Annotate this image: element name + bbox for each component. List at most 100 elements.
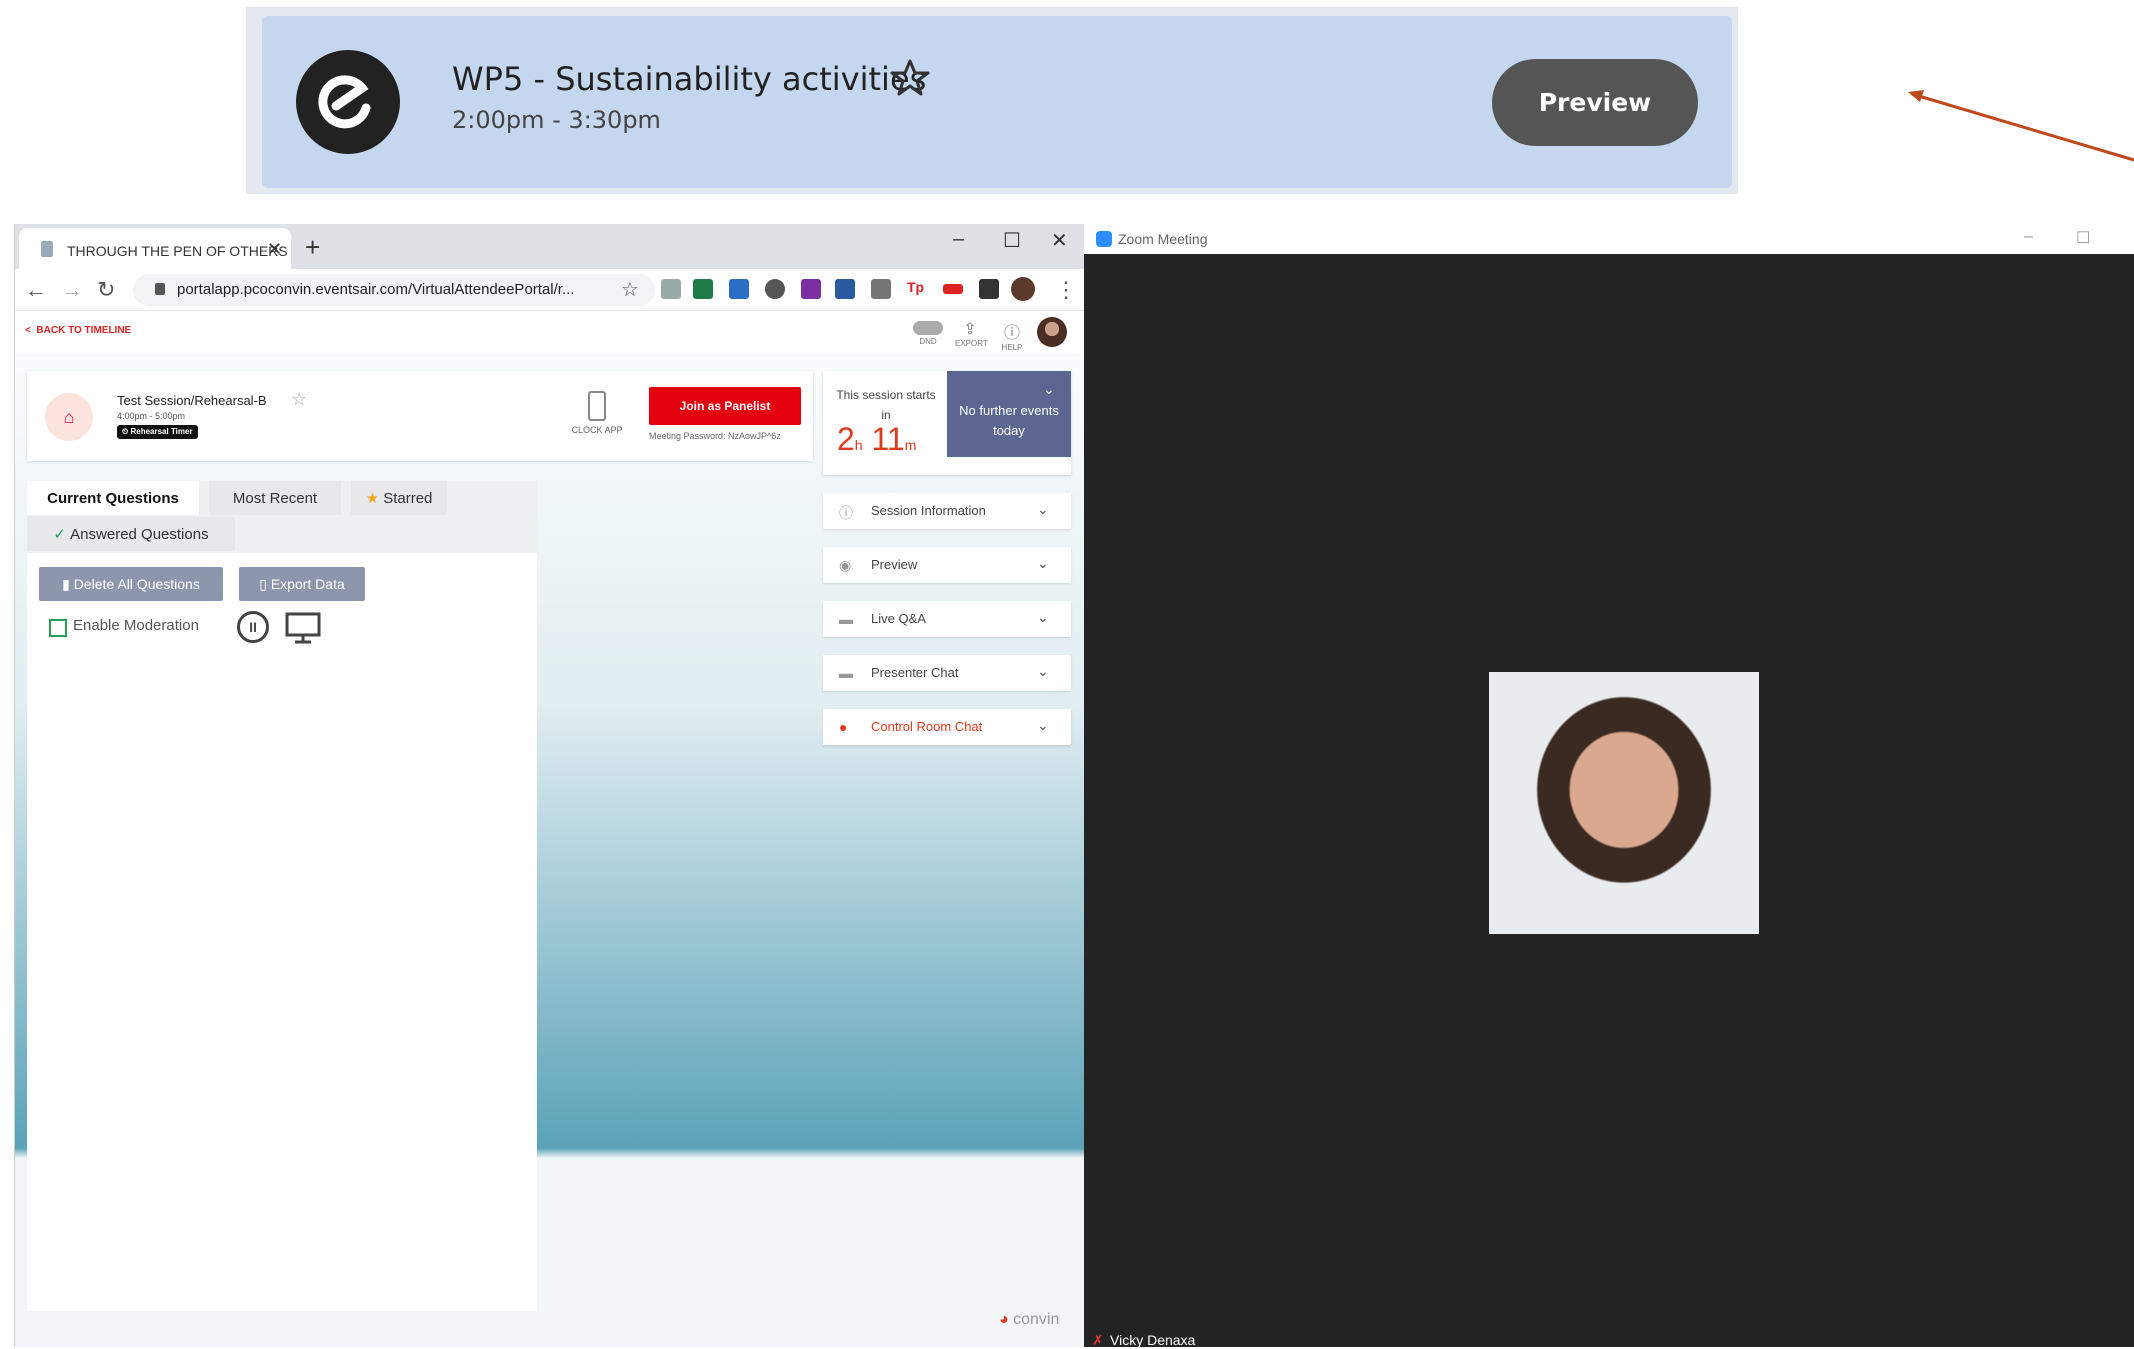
browser-window: THROUGH THE PEN OF OTHERS ✕ + – ☐ ✕ ← → …	[14, 224, 1084, 1347]
extension-icon[interactable]	[835, 279, 855, 299]
forward-arrow-icon[interactable]: →	[61, 277, 83, 303]
dnd-toggle[interactable]: DND	[913, 319, 943, 346]
countdown-minutes: 11	[871, 421, 905, 457]
session-star-icon[interactable]: ☆	[291, 389, 307, 410]
export-icon: ⇪	[963, 321, 977, 338]
zoom-maximize-button[interactable]: ☐	[2076, 228, 2090, 248]
tp-extension-icon[interactable]: Tp	[907, 279, 927, 299]
preview-button[interactable]: Preview	[1492, 59, 1698, 146]
chevron-down-icon: ⌄	[1037, 555, 1049, 571]
questions-panel: Current Questions Most Recent ★ Starred …	[27, 481, 537, 1311]
new-tab-button[interactable]: +	[305, 232, 320, 263]
export-data-label: Export Data	[270, 575, 345, 592]
page-header: < BACK TO TIMELINE DND ⇪ EXPORT ⓘ HELP	[15, 311, 1084, 353]
tab-close-icon[interactable]: ✕	[267, 239, 282, 260]
dropbox-extension-icon[interactable]	[661, 279, 681, 299]
countdown-label: This session starts in	[836, 388, 936, 422]
participant-video	[1489, 672, 1759, 934]
accordion-label: Control Room Chat	[871, 719, 983, 734]
pause-icon[interactable]: II	[237, 611, 269, 643]
annotation-arrow-icon	[1908, 90, 2134, 162]
enable-moderation-checkbox[interactable]	[49, 619, 67, 637]
star-icon: ★	[365, 490, 380, 507]
check-icon: ✓	[53, 526, 66, 543]
accordion-label: Live Q&A	[871, 611, 926, 626]
rehearsal-timer-badge[interactable]: ⏲ Rehearsal Timer	[117, 425, 198, 439]
tab-answered-questions[interactable]: ✓ Answered Questions	[27, 517, 235, 551]
accordion-live-qa[interactable]: ▬ Live Q&A ⌄	[823, 601, 1071, 637]
zoom-minimize-button[interactable]: –	[2024, 228, 2033, 246]
close-button[interactable]: ✕	[1051, 228, 1068, 253]
back-arrow-icon[interactable]: ←	[25, 277, 47, 303]
extension-icon[interactable]	[871, 279, 891, 299]
chevron-down-icon: ⌄	[1037, 663, 1049, 679]
back-link-label: BACK TO TIMELINE	[36, 325, 132, 336]
export-data-button[interactable]: ▯ Export Data	[239, 567, 365, 601]
eye-icon: ◉	[839, 557, 852, 573]
extension-icon[interactable]	[943, 284, 963, 294]
zoom-title: Zoom Meeting	[1118, 231, 1208, 247]
maximize-button[interactable]: ☐	[1003, 228, 1021, 253]
chevron-down-icon: ⌄	[1037, 717, 1049, 733]
reload-icon[interactable]: ↻	[97, 277, 115, 303]
no-further-events-panel[interactable]: ⌄ No further events today	[947, 371, 1071, 457]
clock-app-button[interactable]: CLOCK APP	[567, 391, 627, 435]
eventsair-logo-icon	[296, 50, 400, 154]
tab-most-recent[interactable]: Most Recent	[209, 481, 341, 515]
bookmark-star-icon[interactable]: ☆	[621, 277, 639, 302]
dnd-label: DND	[919, 337, 937, 346]
session-card: ⌂ Test Session/Rehearsal-B ☆ 4:00pm - 5:…	[27, 371, 813, 461]
help-label: HELP	[1001, 343, 1023, 352]
onenote-extension-icon[interactable]	[801, 279, 821, 299]
url-text: portalapp.pcoconvin.eventsair.com/Virtua…	[177, 281, 575, 298]
favorite-star-icon[interactable]	[890, 58, 930, 98]
export-button[interactable]: ⇪ EXPORT	[955, 319, 988, 348]
zoom-titlebar: Zoom Meeting – ☐	[1084, 224, 2134, 254]
convin-logo: ◕ convin	[999, 1311, 1059, 1329]
lock-icon	[155, 283, 165, 295]
delete-all-questions-button[interactable]: ▮ Delete All Questions	[39, 567, 223, 601]
extension-badge-icon[interactable]	[765, 279, 785, 299]
minutes-unit: m	[904, 437, 917, 453]
rehearsal-badge-label: Rehearsal Timer	[130, 427, 193, 436]
page-content: < BACK TO TIMELINE DND ⇪ EXPORT ⓘ HELP ⌂…	[15, 311, 1084, 1347]
browser-tab[interactable]: THROUGH THE PEN OF OTHERS ✕	[19, 228, 291, 269]
toggle-switch-icon	[913, 321, 943, 335]
join-as-panelist-button[interactable]: Join as Panelist	[649, 387, 801, 425]
chat-icon: ▬	[839, 611, 853, 627]
puzzle-extensions-icon[interactable]	[979, 279, 999, 299]
accordion-session-information[interactable]: ⓘ Session Information ⌄	[823, 493, 1071, 529]
convin-logo-icon: ◕	[999, 1311, 1009, 1328]
monitor-icon[interactable]	[285, 611, 321, 645]
zoom-window: Zoom Meeting – ☐ ✗ Vicky Denaxa	[1084, 224, 2134, 1348]
countdown-hours: 2	[837, 421, 855, 457]
accordion-control-room-chat[interactable]: ● Control Room Chat ⌄	[823, 709, 1071, 745]
browser-toolbar: ← → ↻ portalapp.pcoconvin.eventsair.com/…	[15, 269, 1084, 311]
more-menu-icon[interactable]: ⋮	[1055, 277, 1077, 303]
extension-icon[interactable]	[729, 279, 749, 299]
starred-label: Starred	[383, 489, 433, 507]
phone-icon	[588, 391, 606, 421]
help-button[interactable]: ⓘ HELP	[997, 319, 1027, 352]
back-to-timeline-link[interactable]: < BACK TO TIMELINE	[25, 325, 131, 336]
accordion-preview[interactable]: ◉ Preview ⌄	[823, 547, 1071, 583]
chevron-down-icon: ⌄	[1037, 501, 1049, 517]
muted-mic-icon: ✗	[1092, 1332, 1104, 1348]
minimize-button[interactable]: –	[953, 228, 964, 251]
profile-avatar[interactable]	[1011, 277, 1035, 301]
sheets-extension-icon[interactable]	[693, 279, 713, 299]
accordion-presenter-chat[interactable]: ▬ Presenter Chat ⌄	[823, 655, 1071, 691]
tab-starred[interactable]: ★ Starred	[351, 481, 447, 515]
hours-unit: h	[854, 437, 863, 453]
info-icon: ⓘ	[839, 505, 853, 521]
accordion-label: Presenter Chat	[871, 665, 959, 680]
tab-current-questions[interactable]: Current Questions	[27, 481, 199, 515]
tab-strip: THROUGH THE PEN OF OTHERS ✕ + – ☐ ✕	[15, 224, 1084, 269]
address-bar[interactable]: portalapp.pcoconvin.eventsair.com/Virtua…	[133, 274, 655, 306]
user-avatar[interactable]	[1037, 317, 1067, 347]
trash-icon: ▮	[62, 575, 70, 592]
meeting-password: Meeting Password: NzAowJP^6z	[649, 431, 781, 441]
questions-tabs: Current Questions Most Recent ★ Starred …	[27, 481, 537, 553]
zoom-logo-icon	[1096, 231, 1112, 247]
banner-title: WP5 - Sustainability activities	[452, 60, 927, 98]
